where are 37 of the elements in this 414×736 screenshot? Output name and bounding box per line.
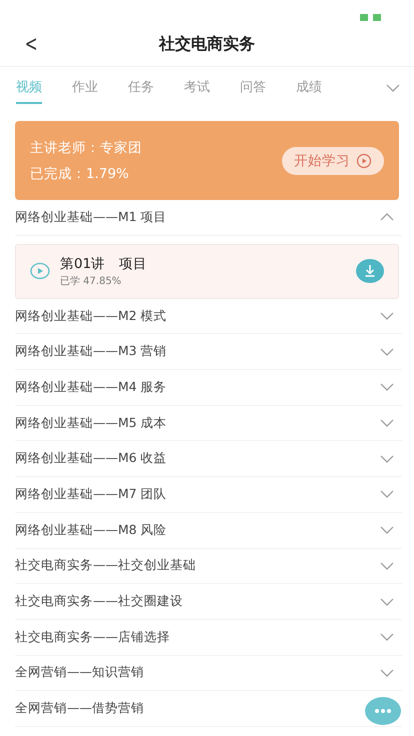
- chevron-down-icon: [380, 454, 394, 463]
- back-button[interactable]: <: [24, 32, 38, 56]
- more-button[interactable]: [365, 697, 401, 725]
- section-row[interactable]: 网络创业基础——M5 成本: [15, 406, 402, 442]
- lesson-card[interactable]: 第01讲 项目 已学 47.85%: [15, 244, 399, 299]
- chevron-down-icon: [380, 312, 394, 320]
- play-icon: [30, 262, 50, 280]
- section-row[interactable]: 社交电商实务——社交圈建设: [15, 584, 402, 620]
- chevron-down-icon: [380, 419, 394, 428]
- chevron-down-icon: [380, 383, 394, 392]
- chevron-down-icon: [380, 668, 394, 677]
- section-row[interactable]: 网络创业基础——M4 服务: [15, 370, 402, 406]
- chevron-down-icon: [380, 490, 394, 498]
- play-icon: [356, 152, 372, 168]
- chevron-down-icon: [380, 526, 394, 534]
- section-row[interactable]: 网络创业基础——M2 模式: [15, 298, 402, 334]
- page-title: 社交电商实务: [159, 34, 255, 54]
- section-row[interactable]: 网络创业基础——M3 营销: [15, 334, 402, 370]
- chevron-down-icon: [380, 598, 394, 606]
- section-row[interactable]: 社交电商实务——店铺选择: [15, 620, 402, 656]
- progress-text: 已完成：1.79%: [30, 164, 130, 182]
- section-row[interactable]: 网络创业基础——M7 团队: [15, 477, 402, 513]
- battery-icon: [360, 13, 382, 22]
- section-row[interactable]: 网络创业基础——M1 项目: [15, 200, 402, 236]
- chevron-down-icon: [380, 562, 394, 570]
- lesson-title: 第01讲 项目: [60, 254, 148, 273]
- chevron-up-icon: [380, 213, 394, 222]
- section-row[interactable]: 社交电商实务——社交创业基础: [15, 548, 402, 584]
- section-row[interactable]: 网络创业基础——M6 收益: [15, 441, 402, 478]
- chevron-down-icon: [380, 348, 394, 356]
- section-row[interactable]: 网络创业基础——M8 风险: [15, 512, 402, 548]
- section-row[interactable]: 全网营销——知识营销: [15, 656, 402, 692]
- download-icon[interactable]: [356, 259, 384, 284]
- teacher-text: 主讲老师：专家团: [30, 138, 142, 156]
- chevron-down-icon[interactable]: [386, 84, 400, 92]
- lesson-studied-text: 已学 47.85%: [60, 274, 122, 288]
- chevron-down-icon: [380, 633, 394, 642]
